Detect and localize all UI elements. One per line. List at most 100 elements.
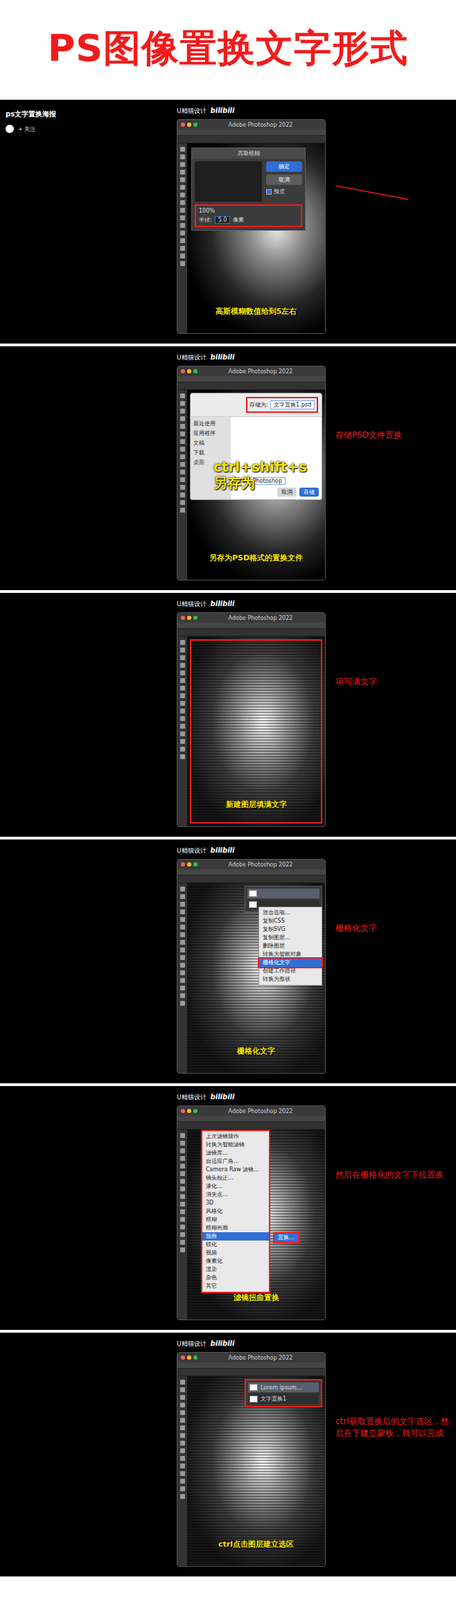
tool-icon[interactable] bbox=[180, 1403, 186, 1409]
tool-icon[interactable] bbox=[180, 955, 186, 961]
menu-item[interactable]: 转换为形状 bbox=[259, 975, 322, 985]
follow-row[interactable]: + 关注 bbox=[5, 124, 172, 134]
tool-icon[interactable] bbox=[180, 993, 186, 999]
sidebar-item[interactable]: 文稿 bbox=[193, 439, 228, 447]
menu-item[interactable]: 像素化 bbox=[202, 1257, 269, 1267]
tool-icon[interactable] bbox=[180, 970, 186, 976]
tool-icon[interactable] bbox=[180, 1187, 186, 1192]
zoom-icon[interactable] bbox=[193, 1109, 198, 1114]
tool-icon[interactable] bbox=[180, 640, 186, 646]
close-icon[interactable] bbox=[180, 369, 186, 374]
sidebar-item[interactable]: 下载 bbox=[193, 449, 228, 457]
tool-icon[interactable] bbox=[180, 686, 186, 691]
tool-icon[interactable] bbox=[180, 1395, 186, 1401]
close-icon[interactable] bbox=[180, 862, 186, 867]
tool-icon[interactable] bbox=[180, 454, 186, 460]
tool-icon[interactable] bbox=[180, 408, 186, 414]
menu-item[interactable]: 其它 bbox=[202, 1282, 269, 1292]
tool-icon[interactable] bbox=[180, 1449, 186, 1454]
tool-icon[interactable] bbox=[180, 1232, 186, 1238]
menu-item[interactable]: 视频 bbox=[202, 1249, 269, 1258]
tool-icon[interactable] bbox=[180, 462, 186, 468]
menu-item[interactable]: 液化... bbox=[202, 1182, 269, 1192]
radius-field[interactable]: 5.0 bbox=[214, 216, 231, 224]
tool-icon[interactable] bbox=[180, 507, 186, 513]
tool-icon[interactable] bbox=[180, 1209, 186, 1215]
menu-item[interactable]: 复制SVG bbox=[259, 925, 322, 935]
menu-item[interactable]: 模糊画廊 bbox=[202, 1224, 269, 1233]
menu-item[interactable]: 复制图层... bbox=[259, 934, 322, 943]
close-icon[interactable] bbox=[180, 616, 186, 621]
tool-icon[interactable] bbox=[180, 424, 186, 429]
tool-icon[interactable] bbox=[180, 940, 186, 946]
tool-icon[interactable] bbox=[180, 169, 186, 175]
menu-item[interactable]: 滤镜库... bbox=[202, 1149, 269, 1159]
tool-icon[interactable] bbox=[180, 253, 186, 259]
tool-icon[interactable] bbox=[180, 1179, 186, 1185]
tool-icon[interactable] bbox=[180, 909, 186, 915]
tool-icon[interactable] bbox=[180, 1426, 186, 1432]
tool-icon[interactable] bbox=[180, 708, 186, 714]
tool-icon[interactable] bbox=[180, 185, 186, 190]
tool-icon[interactable] bbox=[180, 416, 186, 422]
cancel-button[interactable]: 取消 bbox=[277, 487, 297, 497]
menu-item[interactable]: 转换为智能对象 bbox=[259, 950, 322, 960]
menu-item[interactable]: 删除图层 bbox=[259, 942, 322, 951]
minimize-icon[interactable] bbox=[187, 1356, 192, 1361]
layer-row[interactable]: Lorem ipsum... bbox=[248, 1383, 319, 1393]
tool-icon[interactable] bbox=[180, 731, 186, 737]
cancel-button[interactable]: 取消 bbox=[266, 174, 303, 186]
tool-icon[interactable] bbox=[180, 1388, 186, 1393]
menu-item[interactable]: 模糊 bbox=[202, 1216, 269, 1225]
tool-icon[interactable] bbox=[180, 439, 186, 445]
minimize-icon[interactable] bbox=[187, 122, 192, 127]
menu-item[interactable]: 风格化 bbox=[202, 1207, 269, 1217]
tool-icon[interactable] bbox=[180, 724, 186, 730]
tool-icon[interactable] bbox=[180, 1194, 186, 1200]
tool-icon[interactable] bbox=[180, 655, 186, 661]
minimize-icon[interactable] bbox=[187, 1109, 192, 1114]
minimize-icon[interactable] bbox=[187, 616, 192, 621]
tool-icon[interactable] bbox=[180, 261, 186, 267]
tool-icon[interactable] bbox=[180, 1494, 186, 1500]
tool-icon[interactable] bbox=[180, 887, 186, 892]
tool-icon[interactable] bbox=[180, 477, 186, 483]
close-icon[interactable] bbox=[180, 1356, 186, 1361]
menu-item[interactable]: 镜头校正... bbox=[202, 1174, 269, 1183]
tool-icon[interactable] bbox=[180, 902, 186, 908]
tool-icon[interactable] bbox=[180, 1240, 186, 1246]
tool-icon[interactable] bbox=[180, 446, 186, 452]
tool-icon[interactable] bbox=[180, 754, 186, 760]
tool-icon[interactable] bbox=[180, 469, 186, 475]
menu-item[interactable]: 自适应广角... bbox=[202, 1158, 269, 1167]
menu-item[interactable]: 锐化 bbox=[202, 1241, 269, 1250]
tool-icon[interactable] bbox=[180, 1487, 186, 1493]
menu-item[interactable]: 上次滤镜操作 bbox=[202, 1133, 269, 1142]
tool-icon[interactable] bbox=[180, 1001, 186, 1007]
tool-icon[interactable] bbox=[180, 925, 186, 931]
tool-icon[interactable] bbox=[180, 215, 186, 221]
menu-item[interactable]: 栅格化文字 bbox=[259, 959, 322, 968]
tool-icon[interactable] bbox=[180, 1479, 186, 1485]
tool-icon[interactable] bbox=[180, 200, 186, 206]
tool-icon[interactable] bbox=[180, 1380, 186, 1386]
tool-icon[interactable] bbox=[180, 177, 186, 183]
tool-icon[interactable] bbox=[180, 492, 186, 498]
tool-icon[interactable] bbox=[180, 393, 186, 399]
menu-item[interactable]: 复制CSS bbox=[259, 917, 322, 926]
save-button[interactable]: 存储 bbox=[299, 487, 319, 497]
tool-icon[interactable] bbox=[180, 978, 186, 984]
zoom-icon[interactable] bbox=[193, 122, 198, 127]
menu-item[interactable]: Camera Raw 滤镜... bbox=[202, 1166, 269, 1175]
close-icon[interactable] bbox=[180, 122, 186, 127]
close-icon[interactable] bbox=[180, 1109, 186, 1114]
tool-icon[interactable] bbox=[180, 1456, 186, 1462]
tool-icon[interactable] bbox=[180, 1464, 186, 1470]
sidebar-item[interactable]: 应用程序 bbox=[193, 429, 228, 438]
tool-icon[interactable] bbox=[180, 917, 186, 923]
tool-icon[interactable] bbox=[180, 716, 186, 722]
tool-icon[interactable] bbox=[180, 1171, 186, 1177]
tool-icon[interactable] bbox=[180, 192, 186, 198]
tool-icon[interactable] bbox=[180, 1441, 186, 1447]
menu-item[interactable]: 转换为智能滤镜 bbox=[202, 1141, 269, 1150]
